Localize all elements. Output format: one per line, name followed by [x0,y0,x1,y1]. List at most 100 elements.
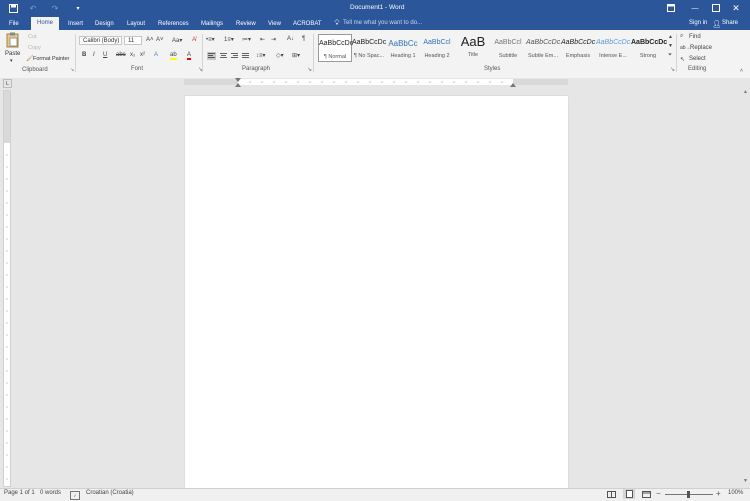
tab-file[interactable]: File [9,18,19,30]
style-sample: AaBbCcDc [319,40,354,47]
vertical-scrollbar[interactable]: ▲ ▼ [741,87,750,487]
replace-button[interactable]: Replace [690,45,712,51]
borders-icon[interactable]: ⊞▾ [292,52,300,59]
italic-icon[interactable]: I [93,52,95,58]
clipboard-launcher-icon[interactable]: ↘ [70,67,74,73]
scroll-down-icon[interactable]: ▼ [742,477,749,484]
styles-launcher-icon[interactable]: ↘ [670,66,675,73]
font-size-box[interactable]: 11 [124,36,142,45]
proofing-icon[interactable]: ✓ [70,491,80,500]
web-layout-icon[interactable] [642,490,651,498]
tab-references[interactable]: References [158,18,189,30]
customize-qat-icon[interactable]: ▾ [74,3,82,13]
find-icon[interactable]: ⌕ [680,33,683,40]
zoom-in-icon[interactable]: + [716,489,721,498]
shading-icon[interactable]: ◇▾ [276,52,284,59]
share-icon: 👤︎ [712,20,721,28]
sign-in-link[interactable]: Sign in [689,20,707,26]
numbering-icon[interactable]: 1≡▾ [224,36,234,43]
underline-icon[interactable]: U [103,52,107,58]
select-icon[interactable]: ↖ [680,56,685,63]
styles-more-icon[interactable]: ⏷ [668,52,672,58]
decrease-indent-icon[interactable]: ⇤ [260,36,265,43]
redo-icon[interactable]: ↷ [50,3,60,13]
style-title[interactable]: AaB Title [456,34,490,62]
align-left-icon[interactable] [207,52,216,60]
zoom-level[interactable]: 100% [728,490,743,496]
sort-icon[interactable]: A↓ [287,36,294,42]
replace-icon[interactable]: ab→ [680,45,691,51]
ribbon-display-options-icon[interactable] [666,3,676,13]
style-subtle-emphasis[interactable]: AaBbCcDc Subtle Em... [526,34,560,62]
zoom-slider[interactable] [665,491,713,498]
paste-dropdown-icon[interactable]: ▾ [10,58,13,64]
tab-home[interactable]: Home [31,17,60,30]
style-normal[interactable]: AaBbCcDc ¶ Normal [318,34,354,62]
grow-font-icon[interactable]: A˄ [146,37,154,43]
style-heading-2[interactable]: AaBbCcl Heading 2 [420,34,454,62]
clear-formatting-icon[interactable]: A̸ [192,37,196,43]
highlight-icon[interactable]: ab [170,52,177,60]
style-heading-1[interactable]: AaBbCc Heading 1 [386,34,420,62]
strikethrough-icon[interactable]: abc [116,52,126,58]
show-formatting-icon[interactable]: ¶ [302,36,305,42]
font-color-icon[interactable]: A [187,52,192,60]
minimize-icon[interactable]: — [690,3,700,13]
line-spacing-icon[interactable]: ↕≡▾ [256,52,266,59]
zoom-out-icon[interactable]: − [656,489,661,498]
styles-scroll-up-icon[interactable]: ▲ [668,34,673,40]
style-strong[interactable]: AaBbCcDc Strong [631,34,667,62]
bold-icon[interactable]: B [82,52,86,58]
word-count[interactable]: 0 words [40,490,61,496]
horizontal-ruler[interactable]: L [0,78,750,88]
style-subtitle[interactable]: AaBbCcl Subtitle [491,34,525,62]
style-no-spacing[interactable]: AaBbCcDc ¶ No Spac... [352,34,386,62]
close-icon[interactable]: ✕ [731,3,741,13]
font-family-box[interactable]: Calibri (Body) [79,36,122,45]
align-center-icon[interactable] [219,52,228,60]
scroll-up-icon[interactable]: ▲ [742,88,749,95]
tab-view[interactable]: View [268,18,281,30]
copy-button[interactable]: Copy [28,45,41,51]
styles-scroll-down-icon[interactable]: ▼ [668,43,673,49]
superscript-icon[interactable]: x² [140,52,145,58]
text-effects-icon[interactable]: A [154,52,158,58]
cut-button[interactable]: Cut [28,34,37,40]
find-button[interactable]: Find [689,34,701,40]
share-button[interactable]: Share [722,20,738,26]
tab-design[interactable]: Design [95,18,114,30]
document-page[interactable] [185,96,568,490]
tab-mailings[interactable]: Mailings [201,18,223,30]
shrink-font-icon[interactable]: A˅ [156,37,164,43]
select-button[interactable]: Select [689,56,706,62]
paragraph-launcher-icon[interactable]: ↘ [307,66,312,73]
zoom-slider-thumb[interactable] [687,491,690,498]
multilevel-list-icon[interactable]: ≔▾ [242,36,251,43]
undo-icon[interactable]: ↶ [28,3,38,13]
justify-icon[interactable] [241,52,250,60]
tell-me-search[interactable]: Tell me what you want to do... [343,20,422,26]
tab-layout[interactable]: Layout [127,18,145,30]
vertical-ruler[interactable] [3,90,11,487]
print-layout-icon[interactable] [623,489,635,499]
tab-review[interactable]: Review [236,18,256,30]
collapse-ribbon-icon[interactable]: ˄ [740,68,743,74]
change-case-icon[interactable]: Aa▾ [172,37,182,44]
tab-insert[interactable]: Insert [68,18,83,30]
save-icon[interactable] [8,3,18,13]
tab-acrobat[interactable]: ACROBAT [293,18,322,30]
page-count[interactable]: Page 1 of 1 [4,490,35,496]
align-right-icon[interactable] [230,52,239,60]
style-emphasis[interactable]: AaBbCcDc Emphasis [561,34,595,62]
style-intense-emphasis[interactable]: AaBbCcDc Intense E... [596,34,630,62]
paste-label[interactable]: Paste [5,51,20,57]
language-indicator[interactable]: Croatian (Croatia) [86,490,134,496]
read-mode-icon[interactable] [607,490,616,498]
paste-icon[interactable] [5,32,19,48]
bullets-icon[interactable]: •≡▾ [206,36,215,43]
subscript-icon[interactable]: x₂ [130,52,135,58]
format-painter-button[interactable]: Format Painter [33,56,69,62]
maximize-icon[interactable] [711,3,721,13]
increase-indent-icon[interactable]: ⇥ [271,36,276,43]
vertical-ruler-scale [4,91,10,480]
